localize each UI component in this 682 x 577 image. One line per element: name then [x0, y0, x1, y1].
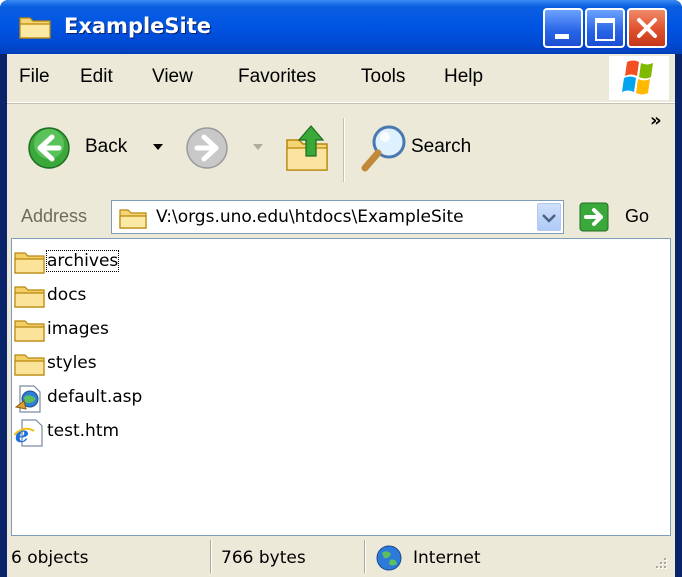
menu-file[interactable]: File	[19, 66, 50, 88]
toolbar-chevron[interactable]: »	[650, 110, 662, 131]
status-object-count: 6 objects	[11, 548, 89, 568]
windows-flag-icon	[622, 60, 653, 95]
menu-tools[interactable]: Tools	[361, 66, 405, 88]
folder-icon	[14, 252, 45, 274]
status-bar: 6 objects 766 bytes Internet	[7, 536, 675, 577]
back-arrow-icon	[28, 127, 70, 169]
file-name: images	[47, 319, 109, 339]
folder-icon	[14, 354, 45, 376]
file-name: default.asp	[47, 387, 143, 407]
resize-grip-icon[interactable]	[653, 555, 669, 571]
menu-favorites[interactable]: Favorites	[238, 66, 316, 88]
back-dropdown-icon[interactable]	[153, 144, 163, 152]
forward-arrow-icon	[186, 127, 228, 169]
title-bar[interactable]: ExampleSite	[0, 0, 682, 54]
maximize-icon	[595, 18, 615, 41]
close-button[interactable]	[627, 8, 667, 48]
forward-button[interactable]	[185, 126, 275, 172]
go-label: Go	[625, 206, 650, 226]
folder-icon	[14, 320, 45, 342]
internet-globe-icon	[376, 545, 402, 571]
folder-icon	[14, 286, 45, 308]
address-dropdown-button[interactable]	[537, 203, 561, 231]
maximize-button[interactable]	[585, 8, 625, 48]
file-name: archives	[45, 250, 120, 272]
file-list-pane[interactable]: archives docs images styles default.asp …	[11, 238, 671, 536]
menu-edit[interactable]: Edit	[80, 66, 113, 88]
list-item[interactable]: styles	[14, 349, 134, 379]
file-name: test.htm	[47, 421, 120, 441]
minimize-icon	[555, 34, 569, 39]
search-label: Search	[411, 136, 472, 157]
back-button[interactable]: Back	[27, 126, 167, 172]
status-zone: Internet	[413, 548, 481, 568]
chevron-down-icon	[542, 214, 556, 223]
window-client: File Edit View Favorites Tools Help Back…	[7, 54, 675, 577]
address-input[interactable]: V:\orgs.uno.edu\htdocs\ExampleSite	[111, 200, 564, 234]
close-icon	[637, 18, 657, 38]
ie-file-icon: e	[14, 419, 43, 447]
list-item[interactable]: archives	[14, 247, 134, 277]
minimize-button[interactable]	[543, 8, 583, 48]
standard-toolbar: Back Search »	[7, 103, 675, 199]
svg-text:e: e	[15, 422, 29, 447]
file-name: docs	[47, 285, 87, 305]
toolbar-separator	[343, 118, 345, 182]
search-magnifier-icon	[361, 125, 406, 172]
search-button[interactable]: Search	[359, 122, 489, 176]
file-name: styles	[47, 353, 97, 373]
menu-view[interactable]: View	[152, 66, 193, 88]
go-button[interactable]: Go	[579, 200, 659, 234]
folder-icon	[18, 12, 52, 44]
folder-icon	[119, 209, 147, 229]
address-value: V:\orgs.uno.edu\htdocs\ExampleSite	[156, 207, 464, 227]
menu-help[interactable]: Help	[444, 66, 483, 88]
back-label: Back	[85, 136, 128, 157]
list-item[interactable]: images	[14, 315, 134, 345]
address-label: Address	[21, 206, 88, 226]
up-folder-button[interactable]	[283, 122, 333, 176]
windows-logo	[609, 56, 669, 100]
status-divider	[364, 540, 366, 573]
go-arrow-icon	[579, 202, 609, 232]
window-title: ExampleSite	[64, 14, 212, 38]
asp-file-icon	[14, 385, 41, 413]
status-divider	[210, 540, 212, 573]
forward-dropdown-icon[interactable]	[253, 144, 263, 152]
explorer-window: ExampleSite File Edit View Favorites Too…	[0, 0, 682, 577]
up-folder-icon	[286, 125, 328, 171]
status-size: 766 bytes	[221, 548, 306, 568]
list-item[interactable]: e test.htm	[14, 417, 154, 447]
list-item[interactable]: docs	[14, 281, 134, 311]
list-item[interactable]: default.asp	[14, 383, 174, 413]
menu-bar: File Edit View Favorites Tools Help	[7, 54, 675, 103]
address-bar: Address V:\orgs.uno.edu\htdocs\ExampleSi…	[7, 198, 675, 238]
